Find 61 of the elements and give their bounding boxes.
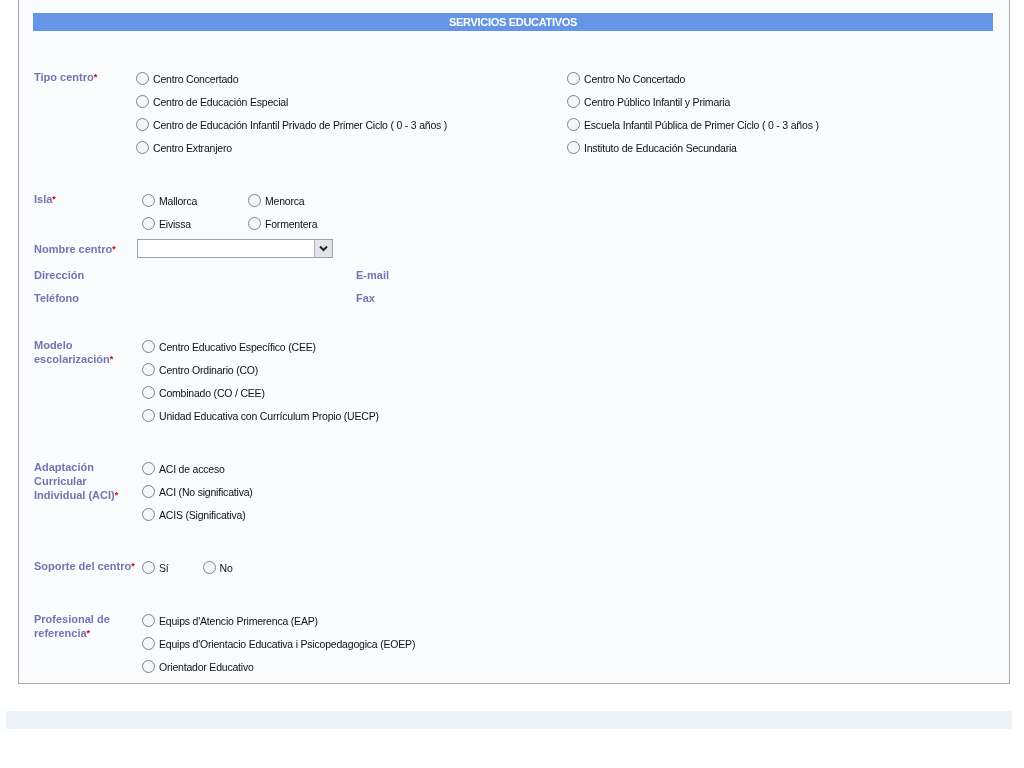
radio-button[interactable] [142, 217, 155, 230]
option-label: Centro Concertado [153, 72, 239, 85]
radio-button[interactable] [142, 660, 155, 673]
radio-button[interactable] [142, 340, 155, 353]
option-label: Escuela Infantil Pública de Primer Ciclo ( 0 - 3 años ) [584, 118, 819, 131]
field-label: Tipo centro* [34, 70, 99, 84]
radio-button[interactable] [248, 194, 261, 207]
option-label: ACIS (Significativa) [159, 508, 246, 521]
field-label: Teléfono [34, 291, 80, 305]
dropdown-caret-icon[interactable] [314, 240, 332, 257]
radio-button[interactable] [567, 72, 580, 85]
radio-button[interactable] [142, 363, 155, 376]
option-label: No [219, 561, 233, 574]
radio-button[interactable] [142, 614, 155, 627]
radio-button[interactable] [136, 72, 149, 85]
option-label: Menorca [265, 194, 305, 207]
radio-button[interactable] [142, 508, 155, 521]
option-label: Unidad Educativa con Currículum Propio (UECP) [159, 409, 379, 422]
option-label: Centro Educativo Específico (CEE) [159, 340, 316, 353]
option-label: Equips d'Atencio Primerenca (EAP) [159, 614, 318, 627]
radio-button[interactable] [142, 409, 155, 422]
radio-button[interactable] [567, 95, 580, 108]
option-label: Centro de Educación Infantil Privado de Primer Ciclo ( 0 - 3 años ) [153, 118, 448, 131]
option-label: Centro Extranjero [153, 141, 232, 154]
radio-button[interactable] [142, 386, 155, 399]
radio-button[interactable] [142, 194, 155, 207]
radio-button[interactable] [136, 95, 149, 108]
field-label: Nombre centro* [34, 242, 117, 256]
option-label: Mallorca [159, 194, 198, 207]
option-label: Orientador Educativo [159, 660, 254, 673]
option-label: Sí [159, 561, 169, 574]
field-label: E-mail [356, 268, 390, 282]
option-label: Centro No Concertado [584, 72, 686, 85]
option-label: ACI (No significativa) [159, 485, 253, 498]
field-label: Isla* [34, 192, 57, 206]
radio-button[interactable] [142, 462, 155, 475]
radio-button[interactable] [202, 561, 216, 574]
radio-button[interactable] [136, 118, 149, 131]
radio-button[interactable] [136, 141, 149, 154]
radio-button[interactable] [142, 637, 155, 650]
radio-button[interactable] [567, 141, 580, 154]
option-label: Centro Público Infantil y Primaria [584, 95, 731, 108]
field-label: Fax [356, 291, 376, 305]
field-label: Profesional de referencia* [34, 612, 111, 640]
option-label: Combinado (CO / CEE) [159, 386, 265, 399]
field-label: Modelo escolarización* [34, 338, 115, 366]
field-label: Dirección [34, 268, 86, 282]
radio-button[interactable] [248, 217, 261, 230]
option-label: Formentera [265, 217, 318, 230]
option-label: Instituto de Educación Secundaria [584, 141, 737, 154]
option-label: Centro de Educación Especial [153, 95, 289, 108]
option-label: Equips d'Orientacio Educativa i Psicopedagogica (EOEP) [159, 637, 416, 650]
radio-button[interactable] [567, 118, 580, 131]
field-label: Soporte del centro* [34, 559, 136, 573]
radio-button[interactable] [142, 485, 155, 498]
option-label: ACI de acceso [159, 462, 225, 475]
field-label: Adaptación Curricular Individual (ACI)* [34, 460, 120, 502]
radio-button[interactable] [142, 561, 155, 574]
option-label: Centro Ordinario (CO) [159, 363, 259, 376]
option-label: Eivissa [159, 217, 191, 230]
section-header: SERVICIOS EDUCATIVOS [33, 13, 993, 31]
